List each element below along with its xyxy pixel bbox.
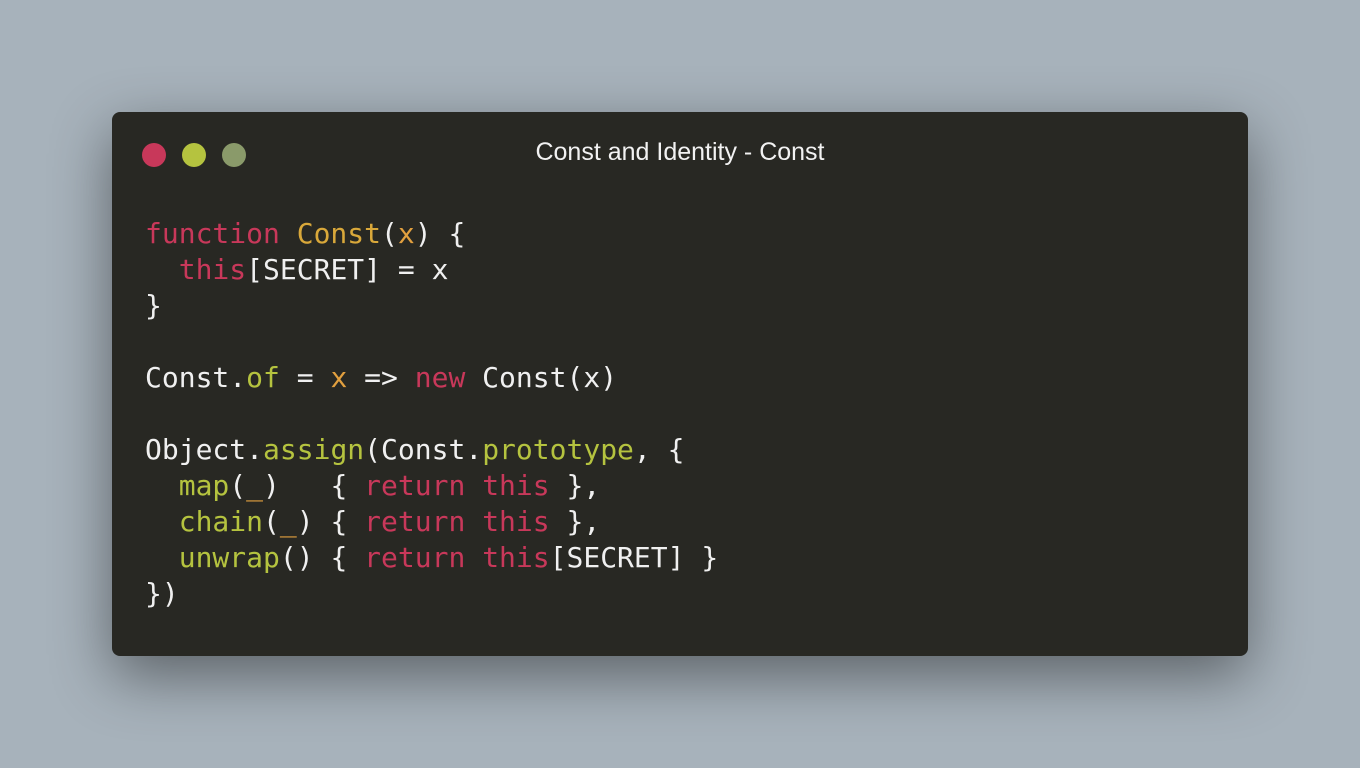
code-token-plain: [SECRET] = x	[246, 253, 449, 286]
code-token-func: prototype	[482, 433, 634, 466]
code-line: Const.of = x => new Const(x)	[145, 360, 718, 396]
code-token-plain: ) {	[414, 217, 466, 250]
code-token-keyword: return	[364, 505, 466, 538]
code-token-keyword: this	[178, 253, 247, 286]
code-token-plain: (Const.	[364, 433, 483, 466]
code-token-plain: Object.	[145, 433, 264, 466]
code-token-keyword: return	[364, 469, 466, 502]
code-token-plain: () {	[279, 541, 365, 574]
code-token-param: x	[330, 361, 348, 394]
code-token-plain: (	[263, 505, 280, 538]
code-token-plain: }	[145, 289, 162, 322]
code-token-plain: , {	[633, 433, 685, 466]
code-token-plain: (	[381, 217, 398, 250]
code-token-param: _	[279, 505, 297, 538]
code-token-plain: =	[279, 361, 331, 394]
code-token-plain: Const.	[145, 361, 247, 394]
code-token-keyword: function	[145, 217, 280, 250]
code-token-plain: [SECRET] }	[549, 541, 719, 574]
code-token-keyword: return	[364, 541, 466, 574]
code-line: this[SECRET] = x	[145, 252, 718, 288]
code-token-func: of	[246, 361, 280, 394]
code-line: map(_) { return this },	[145, 468, 718, 504]
code-token-plain: },	[549, 505, 601, 538]
code-line: })	[145, 576, 718, 612]
code-token-func: chain	[178, 505, 264, 538]
code-line: function Const(x) {	[145, 216, 718, 252]
code-token-plain: })	[145, 577, 179, 610]
code-token-param: _	[246, 469, 264, 502]
code-line: chain(_) { return this },	[145, 504, 718, 540]
code-token-keyword: this	[482, 469, 550, 502]
window-title: Const and Identity - Const	[535, 138, 825, 166]
code-token-plain: ) {	[263, 469, 365, 502]
code-token-plain: Const(x)	[465, 361, 618, 394]
code-line: unwrap() { return this[SECRET] }	[145, 540, 718, 576]
code-window: Const and Identity - Const function Cons…	[112, 112, 1248, 656]
code-token-plain: },	[549, 469, 601, 502]
code-token-param: x	[397, 217, 415, 250]
code-token-plain: ) {	[296, 505, 365, 538]
code-token-keyword: this	[482, 505, 550, 538]
code-token-keyword: new	[414, 361, 466, 394]
code-token-func: assign	[263, 433, 365, 466]
code-token-func: map	[178, 469, 230, 502]
code-line: }	[145, 288, 718, 324]
code-token-class: Const	[296, 217, 382, 250]
code-token-plain: (	[229, 469, 247, 502]
code-token-func: unwrap	[178, 541, 280, 574]
code-block: function Const(x) { this[SECRET] = x} Con…	[145, 216, 718, 612]
code-token-plain: =>	[347, 361, 415, 394]
code-token-keyword: this	[482, 541, 550, 574]
code-line: Object.assign(Const.prototype, {	[145, 432, 718, 468]
